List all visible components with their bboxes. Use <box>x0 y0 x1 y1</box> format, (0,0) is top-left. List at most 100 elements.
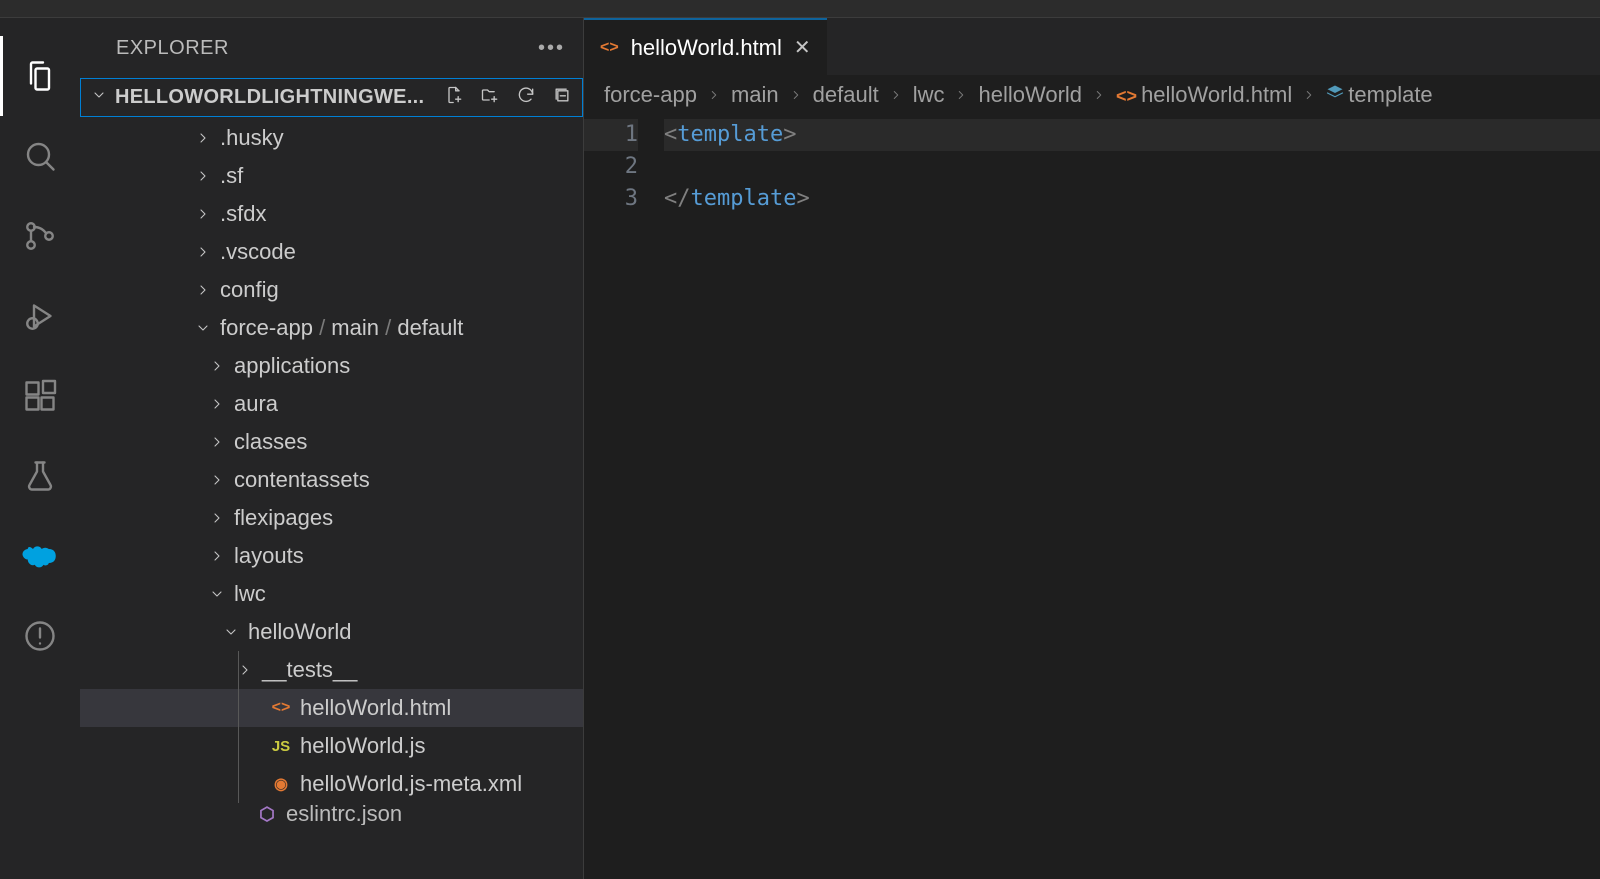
tree-label: classes <box>234 429 307 455</box>
refresh-icon[interactable] <box>516 85 536 110</box>
js-icon: JS <box>270 738 292 755</box>
chevron-right-icon <box>192 168 214 184</box>
tree-label: aura <box>234 391 278 417</box>
tree-label: helloWorld <box>248 619 352 645</box>
tree-file[interactable]: ⬡ eslintrc.json <box>80 803 583 825</box>
tree-label: flexipages <box>234 505 333 531</box>
titlebar <box>0 0 1600 18</box>
search-icon[interactable] <box>0 116 80 196</box>
line-gutter: 123 <box>584 119 664 879</box>
tree-label: helloWorld.js <box>300 733 426 759</box>
tree-label: .sf <box>220 163 243 189</box>
chevron-right-icon <box>192 282 214 298</box>
breadcrumb-segment[interactable]: force-app <box>604 82 697 108</box>
html-icon: <> <box>600 39 619 57</box>
new-file-icon[interactable] <box>444 85 464 110</box>
tree-folder[interactable]: .husky <box>80 119 583 157</box>
source-control-icon[interactable] <box>0 196 80 276</box>
tree-folder[interactable]: classes <box>80 423 583 461</box>
breadcrumbs: force-app main default lwc helloWorld <>hello… <box>584 75 1600 115</box>
tree-folder[interactable]: aura <box>80 385 583 423</box>
breadcrumb-segment[interactable]: template <box>1326 82 1432 108</box>
tree-label: layouts <box>234 543 304 569</box>
tree-folder[interactable]: layouts <box>80 537 583 575</box>
project-name: HELLOWORLDLIGHTNINGWE... <box>115 86 444 109</box>
tree-label: .vscode <box>220 239 296 265</box>
chevron-right-icon <box>206 434 228 450</box>
chevron-right-icon <box>192 244 214 260</box>
tab-label: helloWorld.html <box>631 35 782 61</box>
tree-folder[interactable]: .sf <box>80 157 583 195</box>
tree-label: __tests__ <box>262 657 357 683</box>
chevron-right-icon <box>206 358 228 374</box>
tree-folder[interactable]: contentassets <box>80 461 583 499</box>
chevron-right-icon <box>206 510 228 526</box>
tree-label: eslintrc.json <box>286 803 402 825</box>
tree-label: contentassets <box>234 467 370 493</box>
editor: <> helloWorld.html ✕ force-app main defaul… <box>584 18 1600 879</box>
chevron-right-icon <box>1092 82 1106 108</box>
chevron-right-icon <box>206 472 228 488</box>
tree-folder[interactable]: .sfdx <box>80 195 583 233</box>
tree-label: config <box>220 277 279 303</box>
tree-folder[interactable]: config <box>80 271 583 309</box>
tabs: <> helloWorld.html ✕ <box>584 18 1600 75</box>
code-text[interactable]: <template> </template> <box>664 119 1600 879</box>
breadcrumb-segment[interactable]: default <box>813 82 879 108</box>
tree-folder[interactable]: applications <box>80 347 583 385</box>
sidebar-title: EXPLORER <box>116 37 229 60</box>
tree-folder[interactable]: flexipages <box>80 499 583 537</box>
tree-file[interactable]: <> helloWorld.html <box>80 689 583 727</box>
explorer-icon[interactable] <box>0 36 80 116</box>
tree-label: helloWorld.js-meta.xml <box>300 771 522 797</box>
chevron-right-icon <box>954 82 968 108</box>
tree-folder[interactable]: lwc <box>80 575 583 613</box>
tree-file[interactable]: JS helloWorld.js <box>80 727 583 765</box>
code-line[interactable]: <template> <box>664 119 1600 151</box>
line-number: 3 <box>584 183 638 215</box>
line-number: 1 <box>584 119 638 151</box>
extensions-icon[interactable] <box>0 356 80 436</box>
chevron-down-icon <box>206 586 228 602</box>
tab-active[interactable]: <> helloWorld.html ✕ <box>584 18 827 75</box>
run-debug-icon[interactable] <box>0 276 80 356</box>
chevron-right-icon <box>889 82 903 108</box>
chevron-down-icon <box>192 320 214 336</box>
chevron-right-icon <box>192 130 214 146</box>
tree-folder[interactable]: .vscode <box>80 233 583 271</box>
html-icon: <> <box>270 699 292 717</box>
salesforce-icon[interactable] <box>0 516 80 596</box>
breadcrumb-segment[interactable]: helloWorld <box>978 82 1082 108</box>
breadcrumb-segment[interactable]: lwc <box>913 82 945 108</box>
sidebar-header: EXPLORER ••• <box>80 18 583 78</box>
xml-icon: ◉ <box>270 774 292 794</box>
code-line[interactable]: </template> <box>664 183 1600 215</box>
code-area[interactable]: 123 <template> </template> <box>584 115 1600 879</box>
file-tree: .husky .sf .sfdx .vscode config force-app / m… <box>80 117 583 879</box>
code-line[interactable] <box>664 151 1600 183</box>
testing-icon[interactable] <box>0 436 80 516</box>
chevron-down-icon <box>220 624 242 640</box>
tree-label: force-app / main / default <box>220 315 463 341</box>
breadcrumb-segment[interactable]: main <box>731 82 779 108</box>
json-icon: ⬡ <box>256 804 278 825</box>
chevron-right-icon <box>707 82 721 108</box>
problems-icon[interactable] <box>0 596 80 676</box>
tree-folder[interactable]: __tests__ <box>80 651 583 689</box>
tree-label: helloWorld.html <box>300 695 451 721</box>
chevron-right-icon <box>1302 82 1316 108</box>
tree-label: lwc <box>234 581 266 607</box>
new-folder-icon[interactable] <box>480 85 500 110</box>
activity-bar <box>0 18 80 879</box>
tree-folder[interactable]: force-app / main / default <box>80 309 583 347</box>
collapse-all-icon[interactable] <box>552 85 572 110</box>
breadcrumb-segment[interactable]: <>helloWorld.html <box>1116 82 1292 108</box>
project-row[interactable]: HELLOWORLDLIGHTNINGWE... <box>80 78 583 117</box>
tree-folder[interactable]: helloWorld <box>80 613 583 651</box>
sidebar-more-icon[interactable]: ••• <box>538 37 565 60</box>
tree-label: .sfdx <box>220 201 266 227</box>
tree-label: applications <box>234 353 350 379</box>
tree-file[interactable]: ◉ helloWorld.js-meta.xml <box>80 765 583 803</box>
close-icon[interactable]: ✕ <box>794 35 811 60</box>
chevron-right-icon <box>789 82 803 108</box>
